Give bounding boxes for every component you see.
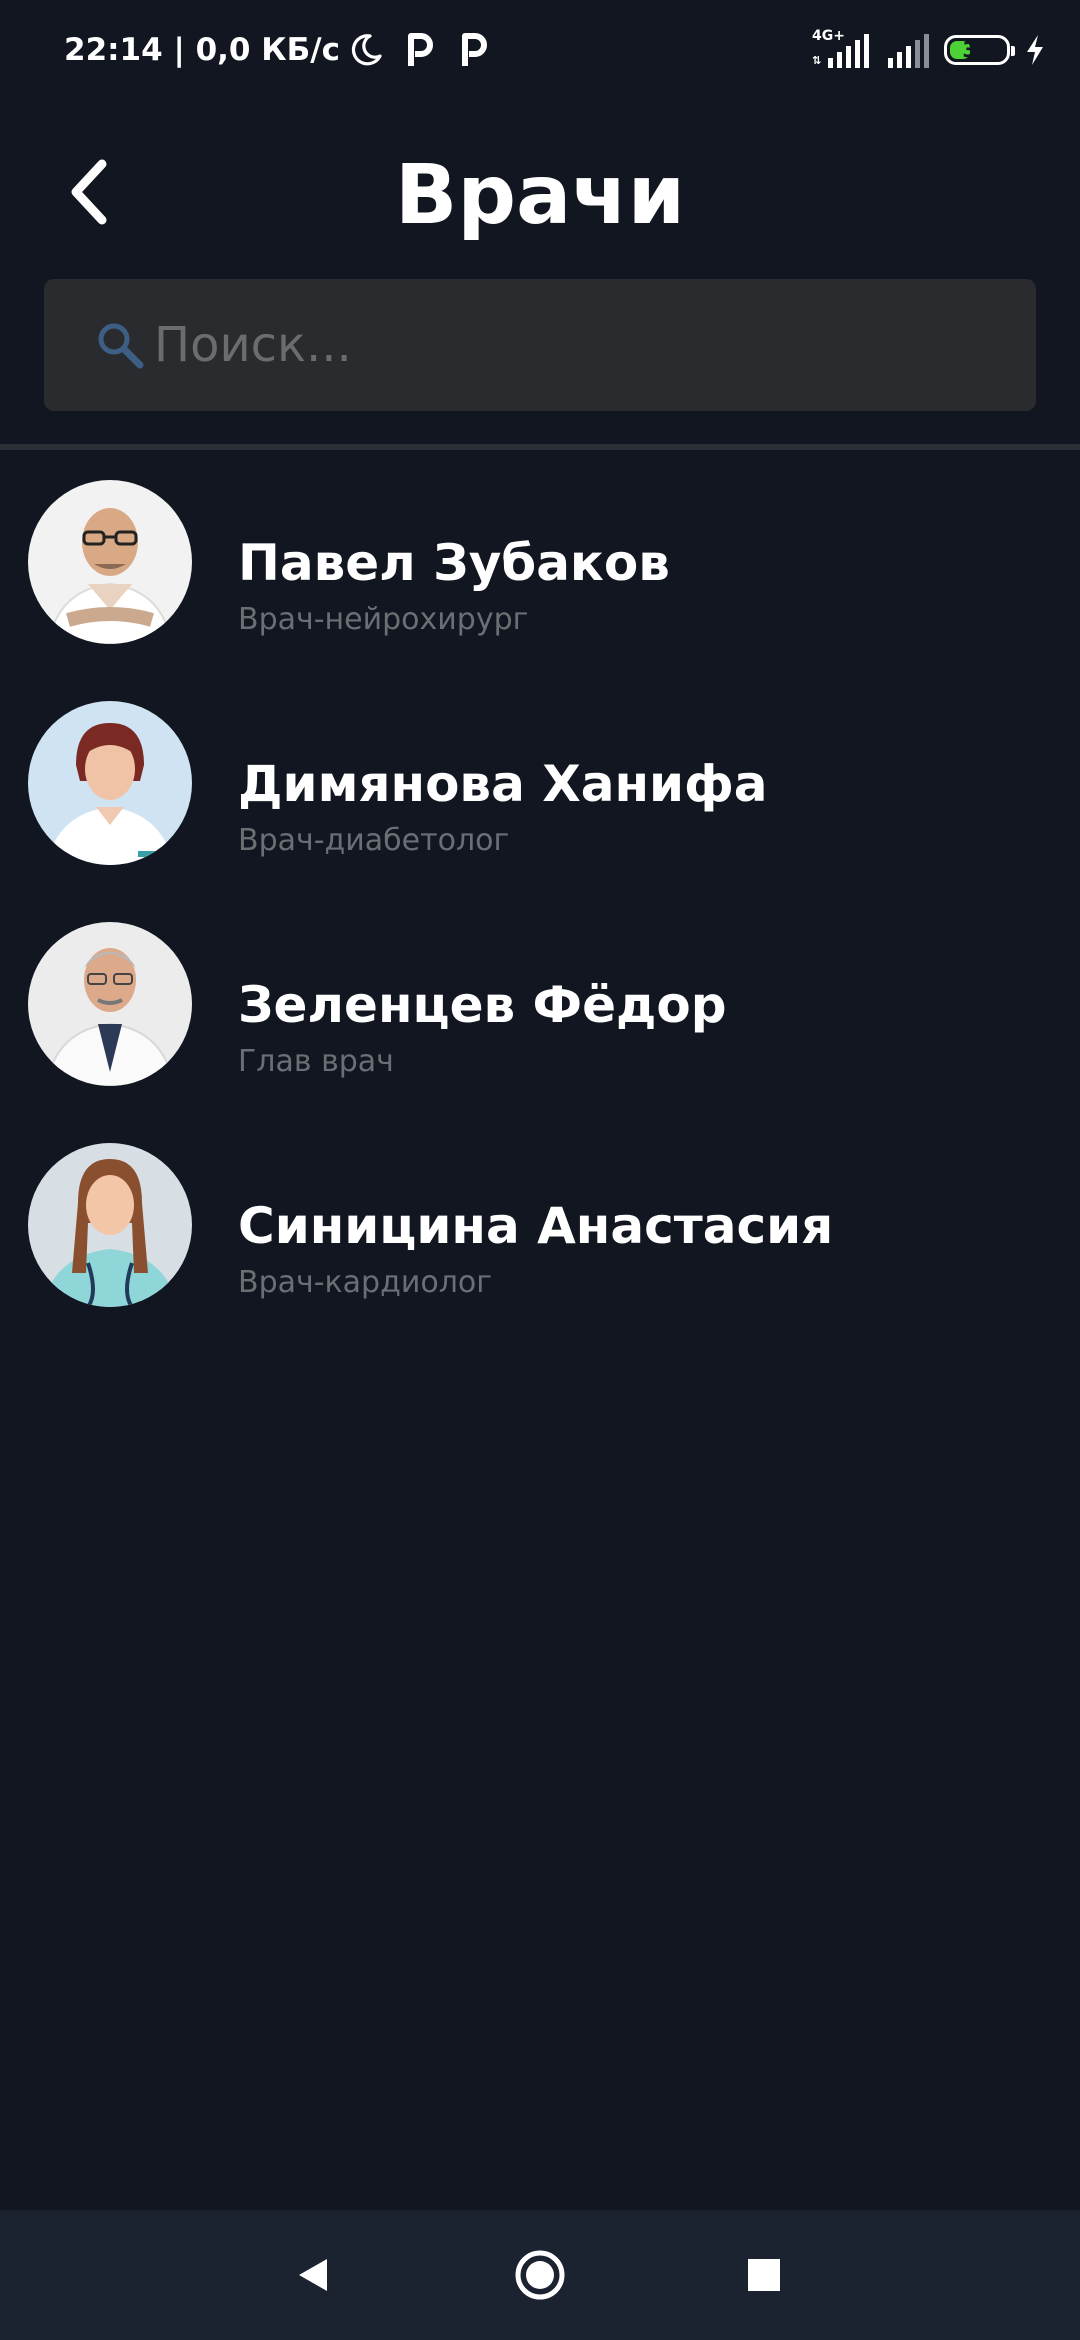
status-right: 4G+ ⇅ 37	[812, 26, 1046, 74]
svg-text:⇅: ⇅	[812, 54, 821, 67]
moon-icon	[348, 32, 384, 68]
doctor-avatar	[28, 480, 192, 644]
nav-recents-button[interactable]	[724, 2235, 804, 2315]
signal-4g-icon: 4G+ ⇅	[812, 28, 874, 72]
status-left: 22:14 | 0,0 КБ/с	[64, 26, 488, 74]
battery-icon: 37	[944, 35, 1015, 65]
doctor-specialty: Врач-диабетолог	[238, 823, 510, 858]
doctor-list-item[interactable]: Зеленцев Фёдор Глав врач	[0, 902, 1080, 1123]
doctor-name: Зеленцев Фёдор	[238, 976, 727, 1034]
doctor-specialty: Врач-нейрохирург	[238, 602, 529, 637]
parking-icon	[406, 32, 434, 68]
doctor-avatar	[28, 922, 192, 1086]
doctor-list: Павел Зубаков Врач-нейрохирург Димянова …	[0, 460, 1080, 1344]
nav-home-icon	[515, 2250, 565, 2300]
doctor-name: Синицина Анастасия	[238, 1197, 834, 1255]
nav-recents-icon	[748, 2259, 780, 2291]
nav-back-button[interactable]	[273, 2235, 353, 2315]
doctor-name: Павел Зубаков	[238, 534, 670, 592]
page-title: Врачи	[394, 148, 686, 243]
search-icon	[94, 319, 146, 371]
doctor-specialty: Глав врач	[238, 1044, 394, 1079]
parking-icon	[460, 32, 488, 68]
battery-level: 37	[962, 38, 992, 62]
doctors-screen: 22:14 | 0,0 КБ/с 4G+ ⇅ 37 Врачи Поиск...…	[0, 0, 1080, 2340]
charging-icon	[1024, 33, 1046, 67]
doctor-list-item[interactable]: Димянова Ханифа Врач-диабетолог	[0, 681, 1080, 902]
doctor-avatar	[28, 701, 192, 865]
header: Врачи	[0, 130, 1080, 260]
search-bar[interactable]	[44, 279, 1036, 411]
system-nav-bar	[0, 2210, 1080, 2340]
doctor-name: Димянова Ханифа	[238, 755, 768, 813]
status-bar: 22:14 | 0,0 КБ/с 4G+ ⇅ 37	[0, 0, 1080, 100]
doctor-avatar	[28, 1143, 192, 1307]
doctor-list-item[interactable]: Синицина Анастасия Врач-кардиолог	[0, 1123, 1080, 1344]
header-divider	[0, 444, 1080, 450]
status-time-speed: 22:14 | 0,0 КБ/с	[64, 32, 340, 68]
battery-cap	[1011, 46, 1015, 56]
search-input[interactable]	[154, 317, 1036, 373]
doctor-list-item[interactable]: Павел Зубаков Врач-нейрохирург	[0, 460, 1080, 681]
nav-back-icon	[299, 2259, 327, 2291]
signal-icon	[888, 30, 930, 70]
nav-home-button[interactable]	[500, 2235, 580, 2315]
doctor-specialty: Врач-кардиолог	[238, 1265, 492, 1300]
